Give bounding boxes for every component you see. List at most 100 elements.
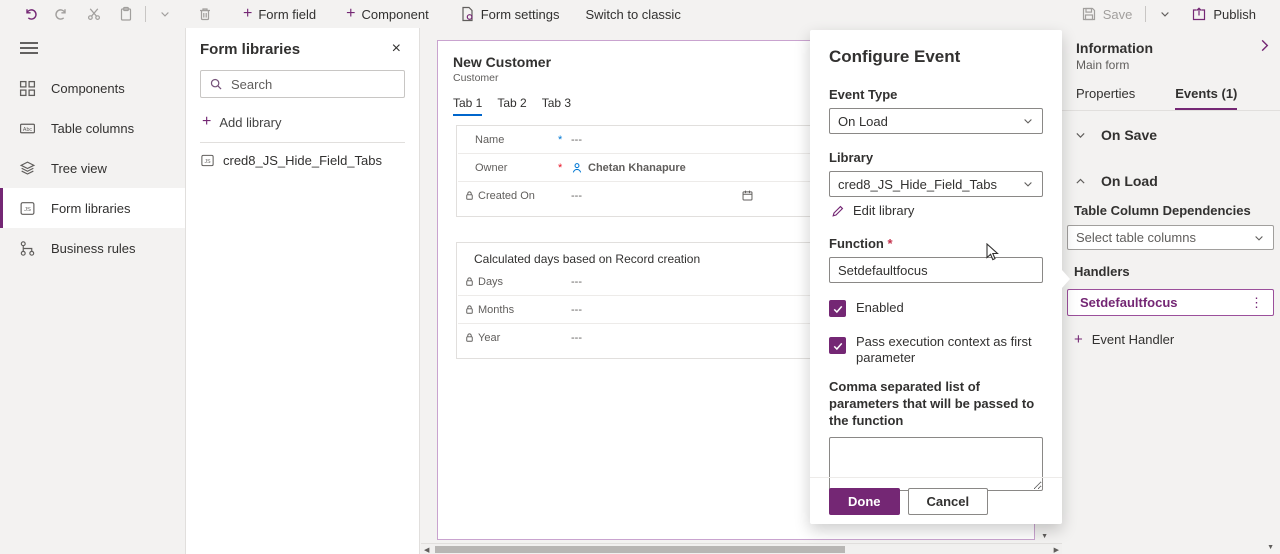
handler-item[interactable]: Setdefaultfocus ⋮: [1067, 289, 1274, 316]
form-field-label: Form field: [258, 7, 316, 22]
function-input[interactable]: [829, 257, 1043, 283]
sidebar-item-tree-view[interactable]: Tree view: [0, 148, 185, 188]
divider: [200, 142, 405, 143]
lock-icon: [464, 304, 475, 315]
cut-button[interactable]: [78, 2, 110, 26]
dialog-title: Configure Event: [829, 47, 1043, 67]
canvas-hscrollbar[interactable]: ◀ ▶: [421, 543, 1062, 554]
dependencies-label: Table Column Dependencies: [1062, 195, 1280, 225]
undo-icon: [22, 6, 38, 22]
library-list-item[interactable]: JS cred8_JS_Hide_Field_Tabs: [200, 153, 405, 168]
trash-icon: [197, 6, 213, 22]
save-options-button[interactable]: [1149, 2, 1181, 26]
enabled-checkbox-row[interactable]: Enabled: [829, 299, 1043, 317]
mouse-cursor: [986, 243, 999, 261]
sidebar-item-table-columns[interactable]: Abc Table columns: [0, 108, 185, 148]
form-settings-button[interactable]: Form settings: [449, 2, 570, 26]
pass-context-checkbox[interactable]: [829, 337, 846, 354]
lock-icon: [464, 332, 475, 343]
done-button[interactable]: Done: [829, 488, 900, 515]
chevron-down-icon: [1074, 129, 1087, 142]
handler-more-button[interactable]: ⋮: [1250, 295, 1263, 311]
save-button[interactable]: Save: [1071, 2, 1143, 26]
on-save-section-header[interactable]: On Save: [1062, 111, 1280, 149]
scroll-right-icon: ▶: [1054, 547, 1059, 554]
component-button[interactable]: + Component: [336, 2, 439, 26]
paste-button[interactable]: [110, 2, 142, 26]
search-icon: [209, 77, 223, 91]
edit-library-button[interactable]: Edit library: [831, 203, 1043, 218]
panel-scroll-down-arrow[interactable]: ▼: [1267, 544, 1274, 551]
close-panel-button[interactable]: ×: [388, 40, 405, 58]
add-library-button[interactable]: + Add library: [202, 114, 405, 130]
handlers-label: Handlers: [1062, 250, 1280, 286]
tab-2[interactable]: Tab 2: [497, 96, 526, 116]
chevron-down-icon: [1159, 8, 1171, 20]
delete-button[interactable]: [189, 2, 221, 26]
canvas-vscroll-down-arrow[interactable]: ▼: [1041, 533, 1048, 540]
publish-button[interactable]: Publish: [1181, 2, 1266, 26]
search-input[interactable]: [231, 77, 381, 92]
event-type-dropdown[interactable]: On Load: [829, 108, 1043, 134]
add-library-label: Add library: [219, 115, 281, 130]
panel-subtitle: Main form: [1076, 58, 1280, 72]
sidebar-item-components[interactable]: Components: [0, 68, 185, 108]
field-label: Days: [478, 276, 503, 288]
field-label: Name: [475, 134, 504, 146]
redo-icon: [54, 6, 70, 22]
library-dropdown[interactable]: cred8_JS_Hide_Field_Tabs: [829, 171, 1043, 197]
redo-button[interactable]: [46, 2, 78, 26]
hscroll-thumb[interactable]: [435, 546, 845, 553]
form-libraries-panel: Form libraries × + Add library JS cred8_…: [186, 28, 420, 554]
library-name: cred8_JS_Hide_Field_Tabs: [223, 153, 382, 168]
pass-context-checkbox-row[interactable]: Pass execution context as first paramete…: [829, 333, 1043, 366]
sidebar-item-business-rules[interactable]: Business rules: [0, 228, 185, 268]
cancel-button[interactable]: Cancel: [908, 488, 989, 515]
js-library-icon: JS: [200, 153, 215, 168]
field-label: Owner: [475, 162, 507, 174]
save-icon: [1081, 6, 1097, 22]
form-field-button[interactable]: + Form field: [233, 2, 326, 26]
collapse-sidebar-button[interactable]: [0, 28, 185, 68]
lock-icon: [464, 276, 475, 287]
parameters-label: Comma separated list of parameters that …: [829, 378, 1043, 429]
library-search: [200, 70, 405, 98]
components-icon: [19, 80, 36, 97]
tab-3[interactable]: Tab 3: [542, 96, 571, 116]
add-event-handler-label: Event Handler: [1092, 332, 1174, 347]
tab-properties[interactable]: Properties: [1076, 86, 1135, 110]
chevron-down-icon: [1022, 178, 1034, 190]
scroll-down-icon: ▼: [1041, 533, 1048, 540]
more-commands-button[interactable]: [149, 2, 181, 26]
tab-events[interactable]: Events (1): [1175, 86, 1237, 110]
switch-to-classic-button[interactable]: Switch to classic: [575, 2, 690, 26]
library-label: Library: [829, 150, 1043, 165]
table-columns-dropdown[interactable]: Select table columns: [1067, 225, 1274, 250]
add-event-handler-button[interactable]: + Event Handler: [1062, 316, 1280, 347]
dialog-callout-beak: [1062, 270, 1070, 288]
hscroll-right-arrow[interactable]: ▶: [1054, 546, 1059, 554]
hscroll-left-arrow[interactable]: ◀: [424, 546, 429, 554]
sidebar-item-form-libraries[interactable]: JS Form libraries: [0, 188, 185, 228]
event-type-label: Event Type: [829, 87, 1043, 102]
on-load-section-header[interactable]: On Load: [1062, 149, 1280, 195]
enabled-checkbox[interactable]: [829, 300, 846, 317]
event-type-value: On Load: [838, 114, 888, 129]
dropdown-placeholder: Select table columns: [1076, 230, 1196, 245]
configure-event-dialog: Configure Event Event Type On Load Libra…: [810, 30, 1062, 524]
tab-1[interactable]: Tab 1: [453, 96, 482, 116]
publish-label: Publish: [1213, 7, 1256, 22]
field-value: ---: [571, 276, 582, 288]
collapse-panel-button[interactable]: [1257, 38, 1272, 53]
check-icon: [832, 340, 844, 352]
toolbar-divider: [145, 6, 146, 22]
lock-icon: [464, 190, 475, 201]
chevron-down-icon: [159, 8, 171, 20]
clipboard-icon: [118, 6, 134, 22]
toolbar-divider: [1145, 6, 1146, 22]
required-marker: *: [888, 236, 893, 251]
enabled-label: Enabled: [856, 299, 904, 316]
sidebar-item-label: Table columns: [51, 121, 134, 136]
undo-button[interactable]: [14, 2, 46, 26]
function-label: Function *: [829, 236, 1043, 251]
